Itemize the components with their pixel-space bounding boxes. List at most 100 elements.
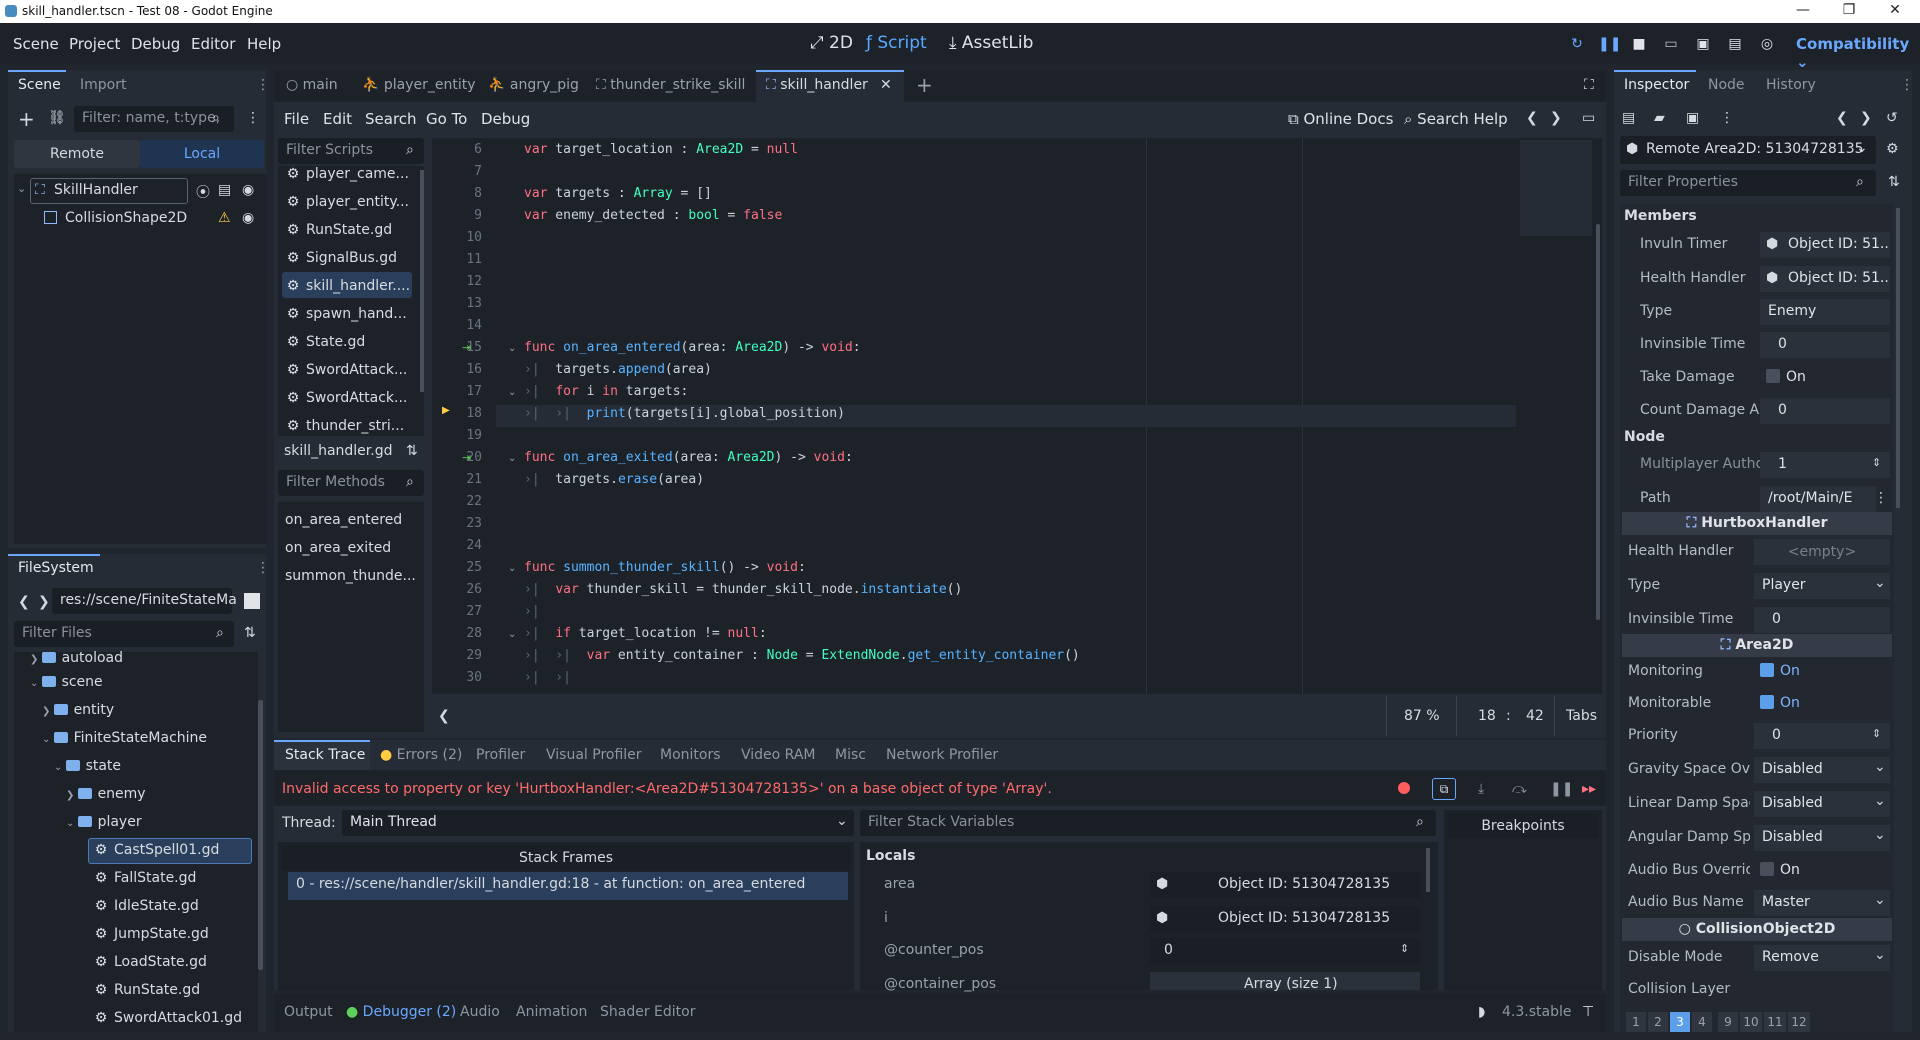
line-number[interactable]: 16 (438, 362, 482, 377)
tab-errors[interactable]: ● Errors (2) (380, 747, 462, 763)
layer-bit[interactable]: 9 (1718, 1012, 1738, 1032)
filter-methods-input[interactable]: Filter Methods (278, 470, 424, 496)
maximize-button[interactable]: ❐ (1826, 0, 1872, 23)
workspace-script-button[interactable]: ƒ Script (866, 33, 927, 53)
reload-icon[interactable]: ↻ (1568, 35, 1586, 53)
code-scrollbar[interactable] (1596, 224, 1600, 620)
file-runstate[interactable]: ⚙ RunState.gd (94, 982, 200, 998)
line-number[interactable]: 17 (438, 384, 482, 399)
line-number[interactable]: 25 (438, 560, 482, 575)
spin-arrows-icon[interactable]: ⇕ (1872, 456, 1881, 469)
layer-bit[interactable]: 4 (1692, 1012, 1712, 1032)
tab-monitors[interactable]: Monitors (660, 747, 721, 763)
line-number[interactable]: 10 (438, 230, 482, 245)
play-custom-icon[interactable]: ▤ (1726, 35, 1744, 53)
audio-bus-override-checkbox[interactable]: On (1760, 862, 1800, 878)
renderer-select[interactable]: Compatibility ⌄ (1796, 35, 1920, 71)
step-into-icon[interactable]: ⤓ (1478, 781, 1484, 797)
folder-state[interactable]: ⌄ state (54, 758, 121, 774)
file-swordattack01[interactable]: ⚙ SwordAttack01.gd (94, 1010, 242, 1026)
stop-icon[interactable]: ■ (1630, 35, 1648, 53)
fold-arrow-icon[interactable]: ⌄ (508, 629, 516, 640)
file-loadstate[interactable]: ⚙ LoadState.gd (94, 954, 207, 970)
new-resource-icon[interactable]: ▤ (1622, 110, 1635, 126)
filter-scripts-input[interactable]: Filter Scripts (278, 138, 424, 164)
filter-properties-input[interactable]: Filter Properties (1620, 170, 1876, 196)
menu-editor[interactable]: Editor (191, 35, 235, 53)
history-forward-icon[interactable]: ❯ (1550, 110, 1562, 126)
script-attached-icon[interactable]: ▤ (218, 182, 231, 198)
folder-scene[interactable]: ⌄ scene (30, 674, 103, 690)
line-number[interactable]: 29 (438, 648, 482, 663)
history-back-icon[interactable]: ❮ (1836, 110, 1848, 126)
indent-mode[interactable]: Tabs (1566, 708, 1597, 724)
tab-angry-pig[interactable]: ⛹ angry_pig (488, 77, 579, 93)
script-item[interactable]: ⚙ spawn_hand... (286, 306, 407, 322)
file-idlestate[interactable]: ⚙ IdleState.gd (94, 898, 199, 914)
line-number[interactable]: 6 (438, 142, 482, 157)
forward-icon[interactable]: ❯ (38, 594, 50, 610)
script-item[interactable]: ⚙ skill_handler.... (286, 278, 410, 294)
folder-player[interactable]: ⌄ player (66, 814, 142, 830)
engine-version[interactable]: 4.3.stable (1502, 1004, 1571, 1020)
more-options-icon[interactable]: ⋮ (1874, 490, 1888, 506)
line-number[interactable]: 23 (438, 516, 482, 531)
history-forward-icon[interactable]: ❯ (1860, 110, 1872, 126)
code-minimap[interactable] (1520, 140, 1592, 236)
tab-main[interactable]: ○ main (286, 77, 338, 93)
spin-arrows-icon[interactable]: ⇕ (1400, 942, 1409, 955)
script-item[interactable]: ⚙ SwordAttack... (286, 390, 408, 406)
workspace-2d-button[interactable]: ⤢ 2D (810, 33, 853, 53)
tab-profiler[interactable]: Profiler (476, 747, 525, 763)
continue-icon[interactable]: ▸▸ (1582, 781, 1596, 797)
tab-visual-profiler[interactable]: Visual Profiler (546, 747, 642, 763)
script-item[interactable]: ⚙ SwordAttack... (286, 362, 408, 378)
line-number[interactable]: 22 (438, 494, 482, 509)
tab-skill-handler[interactable]: ⛶ skill_handler (766, 77, 868, 93)
line-number[interactable]: 8 (438, 186, 482, 201)
script-item[interactable]: ⚙ RunState.gd (286, 222, 392, 238)
line-number[interactable]: 21 (438, 472, 482, 487)
panel-toggle-icon[interactable]: ⊤ (1582, 1004, 1594, 1020)
local-var-value[interactable]: 0 (1164, 942, 1173, 958)
tab-animation[interactable]: Animation (516, 1004, 587, 1020)
movie-maker-icon[interactable]: ◎ (1758, 35, 1776, 53)
link-icon[interactable]: ⛓ (48, 110, 66, 126)
layer-bit[interactable]: 2 (1648, 1012, 1668, 1032)
dock-menu-icon[interactable]: ⋮ (1900, 77, 1914, 93)
sort-icon[interactable]: ⇅ (244, 625, 256, 641)
code-text[interactable]: var target_location : Area2D = null var … (524, 142, 1524, 692)
script-menu-search[interactable]: Search (365, 110, 417, 128)
script-item[interactable]: ⚙ player_entity... (286, 194, 409, 210)
script-item[interactable]: ⚙ State.gd (286, 334, 366, 350)
line-number[interactable]: 15 (438, 340, 482, 355)
line-number[interactable]: 9 (438, 208, 482, 223)
layer-bit[interactable]: 11 (1764, 1012, 1786, 1032)
pause-icon[interactable]: ❚❚ (1598, 35, 1621, 53)
signal-connected-icon[interactable]: ⇥ (462, 341, 471, 354)
tab-network-profiler[interactable]: Network Profiler (886, 747, 998, 763)
menu-scene[interactable]: Scene (13, 35, 59, 53)
step-over-icon[interactable]: ⤼ (1512, 781, 1527, 797)
line-number[interactable]: 26 (438, 582, 482, 597)
dock-menu-icon[interactable]: ⋮ (256, 560, 270, 576)
section-hurtboxhandler[interactable]: ⛶ HurtboxHandler (1622, 512, 1892, 535)
skip-breakpoints-icon[interactable]: ⧉ (1432, 778, 1456, 800)
scene-filter-input[interactable]: Filter: name, t:type, (74, 106, 234, 132)
line-number[interactable]: 30 (438, 670, 482, 685)
monitorable-checkbox[interactable]: On (1760, 695, 1800, 711)
online-docs-link[interactable]: ⧉ Online Docs (1288, 110, 1393, 128)
tab-node[interactable]: Node (1708, 77, 1745, 93)
zoom-level[interactable]: 87 % (1404, 708, 1440, 724)
back-icon[interactable]: ❮ (18, 594, 30, 610)
script-item[interactable]: ⚙ player_came... (286, 166, 409, 182)
folder-enemy[interactable]: ❯ enemy (66, 786, 146, 802)
object-properties-icon[interactable]: ⚙ (1886, 141, 1899, 157)
take-damage-checkbox[interactable]: On (1766, 369, 1806, 385)
scene-options-icon[interactable]: ⋮ (246, 110, 260, 126)
sort-icon[interactable]: ⇅ (406, 443, 418, 459)
warning-icon[interactable]: ⚠ (218, 210, 231, 226)
filesystem-filter-input[interactable]: Filter Files (14, 621, 234, 647)
local-var-value[interactable]: Object ID: 51304728135 (1218, 876, 1390, 892)
fold-arrow-icon[interactable]: ⌄ (508, 453, 516, 464)
